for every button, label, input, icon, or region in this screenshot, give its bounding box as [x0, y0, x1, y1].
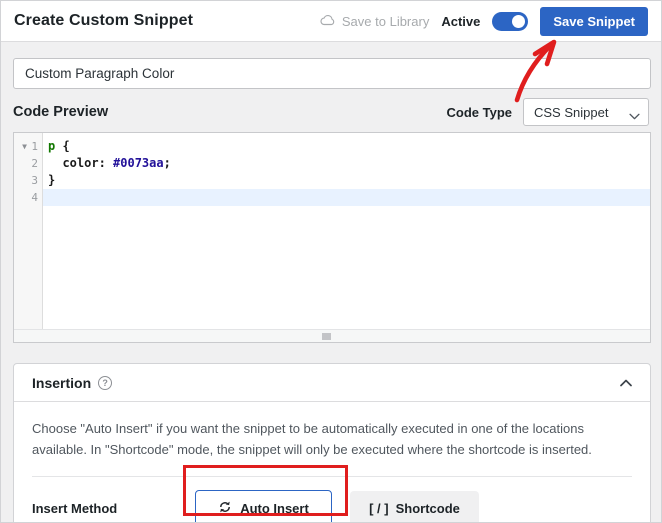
code-editor[interactable]: ▼1p {2 color: #0073aa;3}4	[13, 132, 651, 343]
shortcode-label: Shortcode	[396, 501, 460, 516]
auto-insert-button[interactable]: Auto Insert	[195, 490, 332, 523]
editor-gutter-cell: ▼1	[14, 138, 43, 155]
page-title: Create Custom Snippet	[14, 12, 193, 30]
auto-insert-label: Auto Insert	[240, 501, 309, 516]
line-number: 3	[30, 172, 38, 189]
save-to-library-label: Save to Library	[342, 14, 429, 29]
insert-method-row: Insert Method Auto Ins	[32, 477, 632, 523]
code-type-value: CSS Snippet	[534, 105, 608, 120]
insertion-heading: Insertion	[32, 375, 91, 391]
save-to-library-button[interactable]: Save to Library	[320, 13, 429, 29]
editor-gutter-cell: 4	[14, 189, 43, 206]
code-line[interactable]: 3}	[14, 172, 650, 189]
code-line[interactable]: 4	[14, 189, 650, 206]
help-icon[interactable]: ?	[98, 376, 112, 390]
save-snippet-button[interactable]: Save Snippet	[540, 7, 648, 36]
scrollbar-handle[interactable]	[322, 333, 331, 340]
code-line-content[interactable]	[43, 189, 650, 206]
toggle-knob	[512, 15, 525, 28]
code-line-content[interactable]: p {	[43, 138, 650, 155]
code-type-group: Code Type CSS Snippet	[447, 98, 650, 126]
insert-method-label: Insert Method	[32, 501, 195, 516]
code-preview-row: Code Preview Code Type CSS Snippet	[13, 98, 649, 126]
insertion-panel-body: Choose "Auto Insert" if you want the sni…	[14, 402, 650, 523]
code-line-content[interactable]: color: #0073aa;	[43, 155, 650, 172]
editor-gutter-cell: 2	[14, 155, 43, 172]
chevron-down-icon	[629, 108, 640, 123]
line-number: 1	[30, 138, 38, 155]
shortcode-brackets-icon: [ / ]	[369, 501, 389, 516]
insertion-panel-header[interactable]: Insertion ?	[14, 364, 650, 402]
wpcode-create-snippet-page: Create Custom Snippet Save to Library Ac…	[0, 0, 662, 523]
code-line[interactable]: ▼1p {	[14, 138, 650, 155]
content-area: Code Preview Code Type CSS Snippet ▼1p {…	[1, 42, 661, 523]
editor-horizontal-scrollbar[interactable]	[14, 329, 650, 342]
active-label: Active	[441, 14, 480, 29]
line-number: 2	[30, 155, 38, 172]
insert-method-buttons: Auto Insert [ / ] Shortcode	[195, 490, 479, 523]
code-line-content[interactable]: }	[43, 172, 650, 189]
active-toggle[interactable]	[492, 12, 528, 31]
insertion-description: Choose "Auto Insert" if you want the sni…	[32, 419, 632, 461]
editor-gutter-cell: 3	[14, 172, 43, 189]
code-line[interactable]: 2 color: #0073aa;	[14, 155, 650, 172]
header-actions: Save to Library Active Save Snippet	[320, 7, 648, 36]
code-type-label: Code Type	[447, 105, 513, 120]
code-editor-text[interactable]: ▼1p {2 color: #0073aa;3}4	[14, 133, 650, 329]
fold-arrow-icon[interactable]: ▼	[22, 138, 27, 155]
chevron-up-icon[interactable]	[620, 374, 632, 392]
line-number: 4	[30, 189, 38, 206]
sync-icon	[218, 500, 232, 517]
insertion-panel: Insertion ? Choose "Auto Insert" if you …	[13, 363, 651, 523]
header-bar: Create Custom Snippet Save to Library Ac…	[1, 1, 661, 42]
cloud-icon	[320, 13, 336, 29]
code-preview-heading: Code Preview	[13, 104, 108, 120]
snippet-title-input[interactable]	[13, 58, 651, 89]
code-type-select[interactable]: CSS Snippet	[523, 98, 649, 126]
shortcode-button[interactable]: [ / ] Shortcode	[350, 491, 479, 523]
